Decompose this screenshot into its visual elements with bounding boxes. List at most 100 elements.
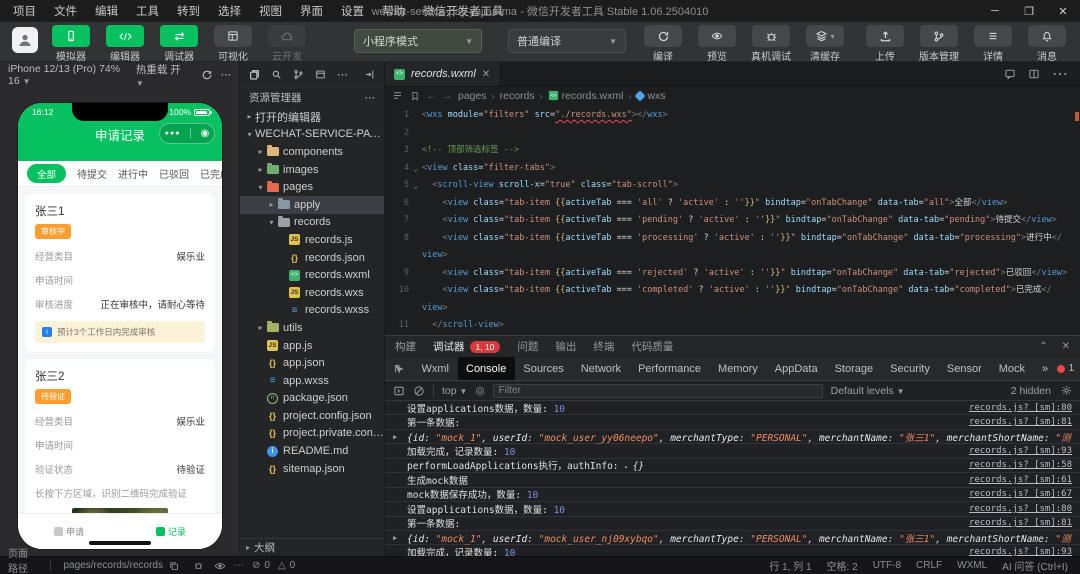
page-path-select[interactable]: 页面路径 ▼ <box>8 545 37 574</box>
code-line[interactable]: 1 <wxs module="filters" src="./records.wx… <box>385 107 1080 125</box>
toolbar-button-调试器[interactable]: 调试器 <box>156 25 202 63</box>
console-source-link[interactable]: records.js? [sm]:81 <box>969 518 1072 528</box>
record-card[interactable]: 张三2 待验证 经营类目 娱乐业 申请时间 验证状态 待验证 长按下方区域，识别二维码完成验证 <box>25 359 215 513</box>
capsule-menu[interactable]: ●●● ◉ <box>159 123 215 144</box>
statusbar-item[interactable]: 空格: 2 <box>827 558 858 573</box>
console-row[interactable]: performLoadApplications执行，authInfo: ▸ {}… <box>385 459 1080 474</box>
forward-icon[interactable]: → <box>442 90 453 102</box>
devtools-tab-network[interactable]: Network <box>572 357 629 380</box>
toolbar-action-版本管理[interactable]: 版本管理 <box>916 25 962 63</box>
expand-triangle-icon[interactable]: ▶ <box>393 534 397 542</box>
console-source-link[interactable]: records.js? [sm]:58 <box>969 460 1072 470</box>
log-levels-select[interactable]: Default levels ▼ <box>831 385 905 397</box>
breadcrumb-item-records[interactable]: records <box>500 90 535 102</box>
live-expression-icon[interactable]: ◎ <box>475 385 484 397</box>
devtools-tab-mock[interactable]: Mock <box>990 357 1033 380</box>
more-icon[interactable]: ⋯ <box>221 69 232 81</box>
console-source-link[interactable]: records.js? [sm]:93 <box>969 446 1072 456</box>
panel-tab-构建[interactable]: 构建 <box>395 339 416 354</box>
tree-item-records.wxss[interactable]: ≡ records.wxss <box>240 302 384 320</box>
compile-mode-select[interactable]: 普通编译 ▼ <box>508 29 626 53</box>
code-line[interactable]: 7 <view class="tab-item {{activeTab === … <box>385 212 1080 230</box>
console-row[interactable]: 第一条数据: records.js? [sm]:81 <box>385 415 1080 430</box>
comment-icon[interactable] <box>1004 64 1016 84</box>
files-icon[interactable] <box>249 69 260 80</box>
menu-item-编辑[interactable]: 编辑 <box>86 0 127 22</box>
device-select[interactable]: iPhone 12/13 (Pro) 74% 16 ▼ <box>8 63 128 87</box>
tree-item-records.js[interactable]: JS records.js <box>240 231 384 249</box>
code-line[interactable]: 5 ⌄ <scroll-view scroll-x="true" class="t… <box>385 177 1080 195</box>
code-line[interactable]: 6 <view class="tab-item {{activeTab === … <box>385 195 1080 213</box>
console-row[interactable]: 第一条数据: records.js? [sm]:81 <box>385 517 1080 531</box>
toolbar-action-编译[interactable]: 编译 <box>640 25 686 63</box>
toolbar-action-详情[interactable]: 详情 <box>970 25 1016 63</box>
tree-item-apply[interactable]: ▸ apply <box>240 195 384 214</box>
panel-tab-终端[interactable]: 终端 <box>593 339 614 354</box>
console-source-link[interactable]: records.js? [sm]:67 <box>969 489 1072 499</box>
menu-item-转到[interactable]: 转到 <box>168 0 209 22</box>
console-row[interactable]: 生成mock数据 records.js? [sm]:61 <box>385 473 1080 488</box>
more-icon[interactable]: ⋯ <box>365 92 376 104</box>
tree-item-README.md[interactable]: i README.md <box>240 442 384 460</box>
breadcrumb-item-wxs[interactable]: wxs <box>634 90 666 102</box>
statusbar-item[interactable]: AI 问答 (Ctrl+I) <box>1002 558 1068 573</box>
devtools-tab-sensor[interactable]: Sensor <box>938 357 990 380</box>
collapse-sidebar-icon[interactable] <box>364 69 375 80</box>
statusbar-item[interactable]: CRLF <box>916 560 942 571</box>
tree-item-pages[interactable]: ▾ pages <box>240 178 384 196</box>
tree-item-images[interactable]: ▸ images <box>240 161 384 179</box>
minimize-icon[interactable]: ─ <box>978 0 1012 22</box>
bookmark-icon[interactable] <box>410 91 420 101</box>
code-line[interactable]: 10 <view class="tab-item {{activeTab ===… <box>385 282 1080 300</box>
panel-tab-代码质量[interactable]: 代码质量 <box>631 339 673 354</box>
tree-item-app.json[interactable]: {} app.json <box>240 354 384 372</box>
menu-item-工具[interactable]: 工具 <box>127 0 168 22</box>
tree-item-records.wxs[interactable]: JS records.wxs <box>240 284 384 302</box>
filter-tab-已完成[interactable]: 已完成 <box>200 166 222 181</box>
console-row[interactable]: ▶ {id: "mock_1", userId: "mock_user_nj09x… <box>385 531 1080 546</box>
console-row[interactable]: 设置applications数据，数量: 10 records.js? [sm]:… <box>385 401 1080 416</box>
more-icon[interactable]: ⋯ <box>337 68 348 81</box>
console-sidebar-icon[interactable] <box>393 385 405 397</box>
source-control-icon[interactable] <box>293 69 304 80</box>
tree-item-package.json[interactable]: n package.json <box>240 390 384 408</box>
console-row[interactable]: mock数据保存成功，数量: 10 records.js? [sm]:67 <box>385 488 1080 503</box>
tree-item-WECHAT-SERVICE-PAY-JINJIAN-...[interactable]: ▾WECHAT-SERVICE-PAY-JINJIAN-... <box>240 126 384 144</box>
console-source-link[interactable]: records.js? [sm]:93 <box>969 547 1072 556</box>
tree-item-[interactable]: ▸ 打开的编辑器 <box>240 108 384 126</box>
toolbar-button-云开发[interactable]: 云开发 <box>264 25 310 63</box>
refresh-icon[interactable] <box>201 69 213 81</box>
code-line[interactable]: 2 <box>385 125 1080 143</box>
toolbar-action-真机调试[interactable]: 真机调试 <box>748 25 794 63</box>
code-line[interactable]: 8 <view class="tab-item {{activeTab === … <box>385 230 1080 248</box>
filter-tab-进行中[interactable]: 进行中 <box>118 166 148 181</box>
outline-section[interactable]: ▸ 大纲 <box>240 538 384 556</box>
menu-item-帮助[interactable]: 帮助 <box>373 0 414 22</box>
console-filter-input[interactable] <box>492 383 823 398</box>
toolbar-action-消息[interactable]: 消息 <box>1024 25 1070 63</box>
split-editor-icon[interactable] <box>1028 64 1040 84</box>
devtools-tab-memory[interactable]: Memory <box>710 357 767 380</box>
tree-item-sitemap.json[interactable]: {} sitemap.json <box>240 460 384 478</box>
tabs-overflow-chevron[interactable]: » <box>1034 357 1057 380</box>
avatar[interactable] <box>12 27 38 53</box>
home-capsule-icon[interactable]: ◉ <box>200 128 209 139</box>
console-row[interactable]: 设置applications数据，数量: 10 records.js? [sm]:… <box>385 502 1080 517</box>
menu-item-项目[interactable]: 项目 <box>4 0 45 22</box>
more-icon[interactable]: ⋯ <box>234 560 244 571</box>
mode-select[interactable]: 小程序模式 ▼ <box>354 29 482 53</box>
menu-item-微信开发者工具[interactable]: 微信开发者工具 <box>414 0 513 22</box>
maximize-icon[interactable]: ❐ <box>1012 0 1046 22</box>
panel-tab-输出[interactable]: 输出 <box>555 339 576 354</box>
tree-item-records.json[interactable]: {} records.json <box>240 249 384 267</box>
frame-context-select[interactable]: top ▼ <box>442 385 467 397</box>
tree-item-utils[interactable]: ▸ utils <box>240 319 384 337</box>
eye-icon[interactable] <box>214 560 226 572</box>
menu-item-选择[interactable]: 选择 <box>209 0 250 22</box>
breadcrumb-item-pages[interactable]: pages <box>458 90 487 102</box>
filter-tab-全部[interactable]: 全部 <box>27 164 67 183</box>
devtools-tab-console[interactable]: Console <box>457 357 515 380</box>
tree-item-records[interactable]: ▾ records <box>240 214 384 232</box>
statusbar-item[interactable]: 行 1, 列 1 <box>769 558 811 573</box>
clear-console-icon[interactable] <box>413 385 425 397</box>
